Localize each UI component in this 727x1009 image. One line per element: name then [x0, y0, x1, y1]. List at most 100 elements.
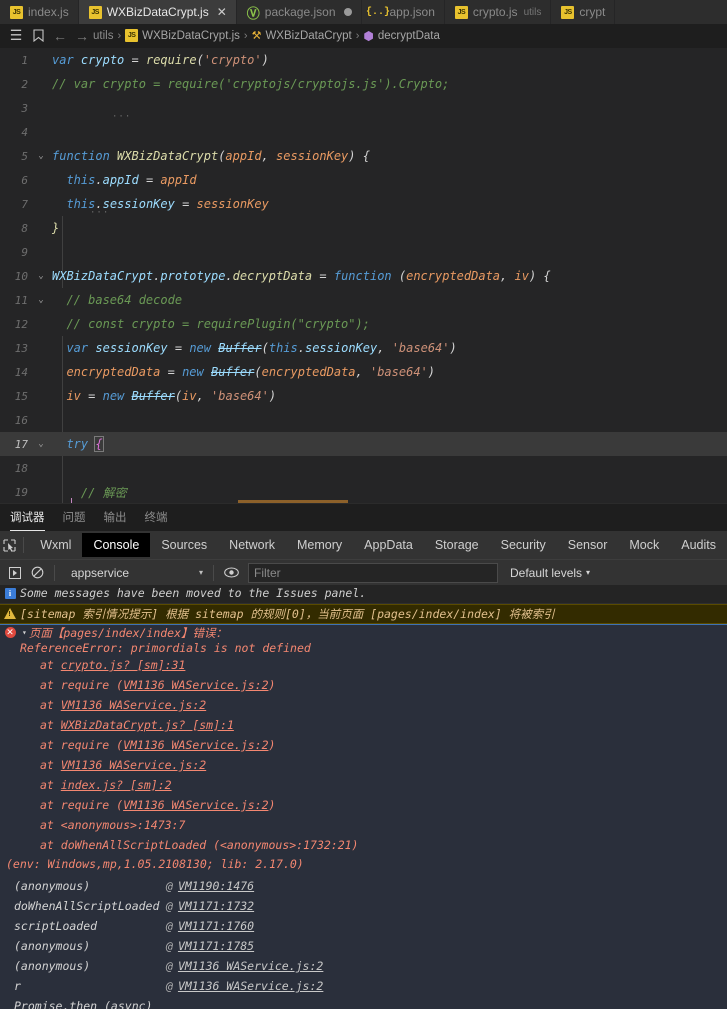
bookmark-icon[interactable] [27, 25, 49, 47]
stack-line[interactable]: at WXBizDataCrypt.js? [sm]:1 [0, 715, 727, 735]
execute-step-icon[interactable] [4, 562, 26, 584]
code-line[interactable]: 14 encryptedData = new Buffer(encryptedD… [0, 360, 727, 384]
code-line[interactable]: 15 iv = new Buffer(iv, 'base64') [0, 384, 727, 408]
stack-line[interactable]: at VM1136 WAService.js:2 [0, 695, 727, 715]
panel-tab-problems[interactable]: 问题 [63, 509, 95, 531]
tab-audits[interactable]: Audits [670, 533, 727, 557]
console-levels-select[interactable]: Default levels ▾ [510, 566, 590, 580]
arrow-left-icon[interactable]: ← [49, 25, 71, 47]
menu-icon[interactable]: ☰ [5, 25, 27, 47]
code-line-active[interactable]: 17 ⌄ try { [0, 432, 727, 456]
editor-tab-crypto-js[interactable]: JS crypto.js utils [444, 0, 552, 24]
frame-location[interactable]: VM1171:1760 [178, 919, 254, 933]
console-message-error[interactable]: ✕ ▾ 页面【pages/index/index】错误： ReferenceEr… [0, 624, 727, 1009]
stack-line[interactable]: at crypto.js? [sm]:31 [0, 655, 727, 675]
console-toolbar: appservice ▾ Default levels ▾ [0, 559, 727, 585]
code-line[interactable]: 12 // const crypto = requirePlugin("cryp… [0, 312, 727, 336]
code-line[interactable]: 10 ⌄ WXBizDataCrypt.prototype.decryptDat… [0, 264, 727, 288]
code-line[interactable]: 1 var crypto = require('crypto') [0, 48, 727, 72]
stack-line[interactable]: at require (VM1136 WAService.js:2) [0, 735, 727, 755]
frame-at: @ [166, 959, 173, 973]
tab-storage[interactable]: Storage [424, 533, 490, 557]
frame-location[interactable]: VM1190:1476 [178, 879, 254, 893]
code-line[interactable]: 5 ⌄ function WXBizDataCrypt(appId, sessi… [0, 144, 727, 168]
editor-tab-app-json[interactable]: {..} app.json [361, 0, 445, 24]
breadcrumb-label: WXBizDataCrypt.js [142, 29, 240, 42]
console-message-info[interactable]: i Some messages have been moved to the I… [0, 585, 727, 604]
stack-frame[interactable]: (anonymous) @ VM1190:1476 [0, 876, 727, 896]
editor-tab-package-json[interactable]: Ⓥ package.json [236, 0, 362, 24]
code-line[interactable]: 6 this.appId = appId [0, 168, 727, 192]
code-line[interactable]: 18 [0, 456, 727, 480]
code-line[interactable]: 2 // var crypto = require('cryptojs/cryp… [0, 72, 727, 96]
code-editor[interactable]: 1 var crypto = require('crypto') 2 // va… [0, 48, 727, 503]
inspect-element-icon[interactable] [2, 533, 17, 557]
fold-toggle[interactable]: ⌄ [34, 439, 48, 449]
tab-console[interactable]: Console [82, 533, 151, 557]
expander-triangle-icon[interactable]: ▾ [20, 625, 29, 637]
tab-memory[interactable]: Memory [286, 533, 353, 557]
tab-sources[interactable]: Sources [150, 533, 218, 557]
editor-tab-index-js[interactable]: JS index.js [0, 0, 79, 24]
stack-line[interactable]: at VM1136 WAService.js:2 [0, 755, 727, 775]
live-expression-icon[interactable] [220, 562, 242, 584]
fold-toggle[interactable]: ⌄ [34, 295, 48, 305]
line-number: 8 [21, 221, 28, 235]
panel-tab-output[interactable]: 输出 [104, 509, 136, 531]
breadcrumb-separator: › [117, 29, 122, 42]
stack-frame[interactable]: (anonymous) @ VM1136 WAService.js:2 [0, 956, 727, 976]
frame-location[interactable]: VM1171:1732 [178, 899, 254, 913]
arrow-right-icon[interactable]: → [71, 25, 93, 47]
tab-sensor[interactable]: Sensor [557, 533, 619, 557]
console-filter-input[interactable] [248, 562, 498, 583]
js-file-icon: JS [10, 5, 23, 19]
code-line[interactable]: 9 [0, 240, 727, 264]
frame-location[interactable]: VM1136 WAService.js:2 [178, 959, 323, 973]
console-context-select[interactable]: appservice ▾ [65, 563, 207, 583]
tab-security[interactable]: Security [490, 533, 557, 557]
editor-horizontal-scrollbar[interactable] [238, 500, 348, 503]
stack-line[interactable]: at require (VM1136 WAService.js:2) [0, 675, 727, 695]
clear-console-icon[interactable] [26, 562, 48, 584]
panel-tab-terminal[interactable]: 终端 [145, 509, 177, 531]
frame-location[interactable]: VM1136 WAService.js:2 [178, 979, 323, 993]
frame-at: @ [166, 939, 173, 953]
code-line[interactable]: 16 [0, 408, 727, 432]
console-output[interactable]: i Some messages have been moved to the I… [0, 585, 727, 1009]
stack-frame[interactable]: doWhenAllScriptLoaded @ VM1171:1732 [0, 896, 727, 916]
breadcrumb-item-class[interactable]: ⚒ WXBizDataCrypt [252, 29, 352, 43]
editor-tab-crypt-partial[interactable]: JS crypt [551, 0, 616, 24]
line-number: 16 [14, 413, 28, 427]
code-line[interactable]: 8 } [0, 216, 727, 240]
code-line[interactable]: 4 [0, 120, 727, 144]
tab-label: index.js [28, 5, 69, 19]
frame-at: @ [166, 899, 173, 913]
editor-tab-wxbizdatacrypt-js[interactable]: JS WXBizDataCrypt.js ✕ [78, 0, 237, 24]
tab-network[interactable]: Network [218, 533, 286, 557]
code-line[interactable]: 3 [0, 96, 727, 120]
tab-mock[interactable]: Mock [618, 533, 670, 557]
console-message-warning[interactable]: [sitemap 索引情况提示] 根据 sitemap 的规则[0]，当前页面 … [0, 604, 727, 624]
stack-frame[interactable]: r @ VM1136 WAService.js:2 [0, 976, 727, 996]
stack-line: at <anonymous>:1473:7 [40, 818, 186, 832]
code-line[interactable]: 11 ⌄ // base64 decode [0, 288, 727, 312]
code-line[interactable]: 19 // 解密 [0, 480, 727, 503]
stack-frame[interactable]: scriptLoaded @ VM1171:1760 [0, 916, 727, 936]
warning-icon [0, 606, 20, 619]
editor-tab-bar: JS index.js JS WXBizDataCrypt.js ✕ Ⓥ pac… [0, 0, 727, 24]
tab-wxml[interactable]: Wxml [29, 533, 82, 557]
tab-appdata[interactable]: AppData [353, 533, 424, 557]
code-text: // 解密 [52, 485, 127, 500]
fold-toggle[interactable]: ⌄ [34, 271, 48, 281]
panel-tab-debugger[interactable]: 调试器 [10, 509, 54, 531]
stack-frame[interactable]: (anonymous) @ VM1171:1785 [0, 936, 727, 956]
breadcrumb-item-method[interactable]: ⬢ decryptData [363, 29, 440, 43]
frame-location[interactable]: VM1171:1785 [178, 939, 254, 953]
code-line[interactable]: 13 var sessionKey = new Buffer(this.sess… [0, 336, 727, 360]
breadcrumb-item-file[interactable]: JS WXBizDataCrypt.js [125, 29, 240, 42]
close-icon[interactable]: ✕ [217, 6, 227, 18]
stack-line[interactable]: at require (VM1136 WAService.js:2) [0, 795, 727, 815]
stack-line[interactable]: at index.js? [sm]:2 [0, 775, 727, 795]
fold-toggle[interactable]: ⌄ [34, 151, 48, 161]
breadcrumb-item-utils[interactable]: utils [93, 30, 113, 42]
